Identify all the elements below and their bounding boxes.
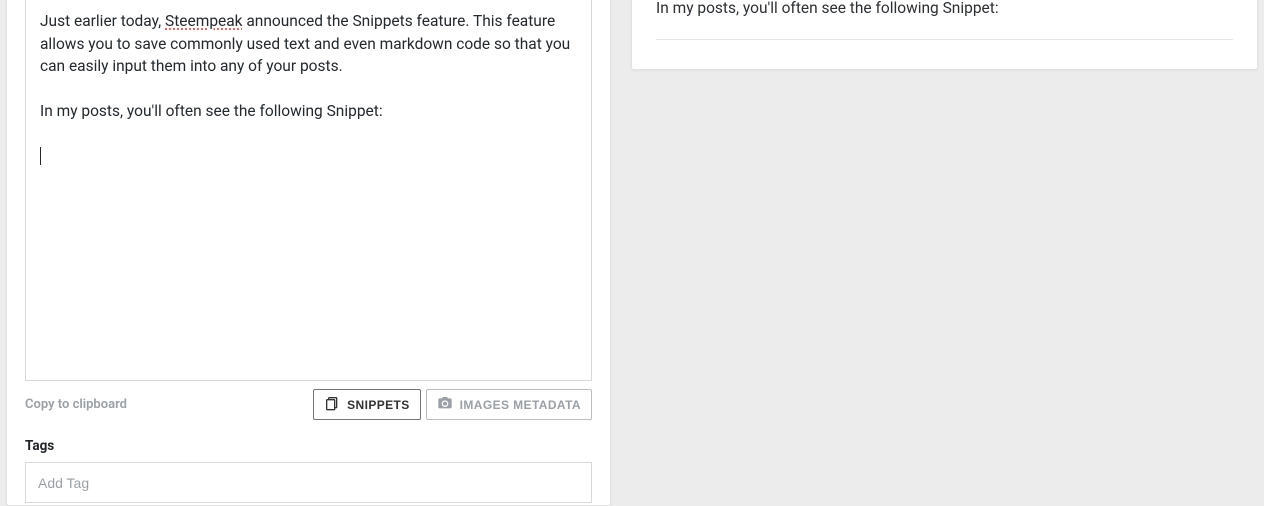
button-label: IMAGES METADATA [460, 398, 581, 412]
snippets-button[interactable]: SNIPPETS [313, 389, 421, 420]
editor-toolbar: Copy to clipboard SNIPPETS IMAGES METAD [25, 381, 592, 438]
tag-input[interactable] [38, 475, 579, 491]
copy-to-clipboard-link[interactable]: Copy to clipboard [25, 397, 127, 412]
images-metadata-button[interactable]: IMAGES METADATA [426, 389, 592, 420]
clipboard-icon [324, 395, 340, 414]
editor-panel: [Partiko](https://partiko.app/referral/k… [6, 0, 611, 506]
text-cursor [40, 147, 41, 165]
editor-cursor-line [40, 144, 577, 166]
spellcheck-word: Steempeak [165, 12, 243, 30]
tags-label: Tags [25, 438, 592, 454]
button-label: SNIPPETS [347, 398, 410, 412]
preview-panel: In my posts, you'll often see the follow… [631, 0, 1258, 70]
text: Just earlier today, [40, 12, 165, 30]
tags-section: Tags [25, 438, 592, 503]
preview-line: In my posts, you'll often see the follow… [656, 0, 1233, 40]
camera-icon [437, 395, 453, 414]
post-editor[interactable]: [Partiko](https://partiko.app/referral/k… [25, 0, 592, 381]
tag-input-container [25, 462, 592, 503]
editor-paragraph: In my posts, you'll often see the follow… [40, 100, 577, 122]
editor-paragraph: Just earlier today, Steempeak announced … [40, 10, 577, 77]
toolbar-buttons: SNIPPETS IMAGES METADATA [313, 389, 592, 420]
